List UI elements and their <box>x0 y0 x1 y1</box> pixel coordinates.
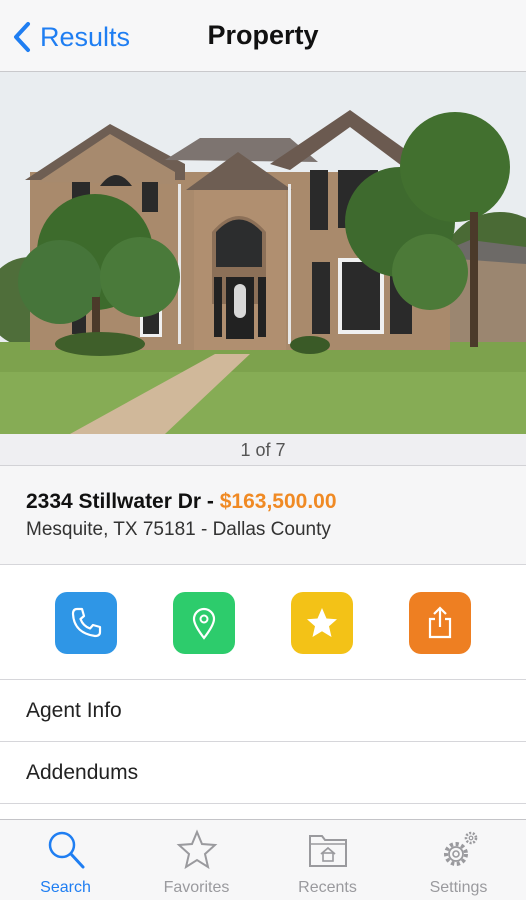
photo-pager: 1 of 7 <box>0 434 526 466</box>
property-photo[interactable] <box>0 72 526 434</box>
street-address: 2334 Stillwater Dr - <box>26 490 220 513</box>
star-outline-icon <box>176 829 218 870</box>
tab-recents-label: Recents <box>298 879 357 896</box>
tab-bar: Search Favorites Recents Settings <box>0 819 526 900</box>
share-button[interactable] <box>409 592 471 654</box>
listing-price: $163,500.00 <box>219 490 337 513</box>
tab-search-label: Search <box>40 879 91 896</box>
listing-location: Mesquite, TX 75181 - Dallas County <box>26 519 331 540</box>
tab-settings[interactable]: Settings <box>393 820 524 901</box>
listing-title: 2334 Stillwater Dr - $163,500.00 <box>26 490 526 514</box>
listing-summary: 2334 Stillwater Dr - $163,500.00 Mesquit… <box>0 466 526 565</box>
action-bar <box>0 565 526 680</box>
tab-favorites[interactable]: Favorites <box>131 820 262 901</box>
tab-recents[interactable]: Recents <box>262 820 393 901</box>
page-title: Property <box>207 20 319 50</box>
tab-settings-label: Settings <box>429 879 488 896</box>
star-icon <box>307 608 337 637</box>
tab-search[interactable]: Search <box>0 820 131 901</box>
folder-home-icon <box>309 835 347 867</box>
favorite-button[interactable] <box>291 592 353 654</box>
call-button[interactable] <box>55 592 117 654</box>
map-button[interactable] <box>173 592 235 654</box>
phone-icon <box>71 607 102 638</box>
share-icon <box>428 606 452 639</box>
map-pin-icon <box>192 607 216 640</box>
search-icon <box>48 831 85 869</box>
tab-favorites-label: Favorites <box>163 879 230 896</box>
house-photo-image <box>0 72 526 434</box>
nav-bar: Results Property <box>0 0 526 72</box>
agent-info-row[interactable]: Agent Info <box>0 680 526 742</box>
gears-icon <box>444 831 478 866</box>
addendums-row[interactable]: Addendums <box>0 742 526 804</box>
